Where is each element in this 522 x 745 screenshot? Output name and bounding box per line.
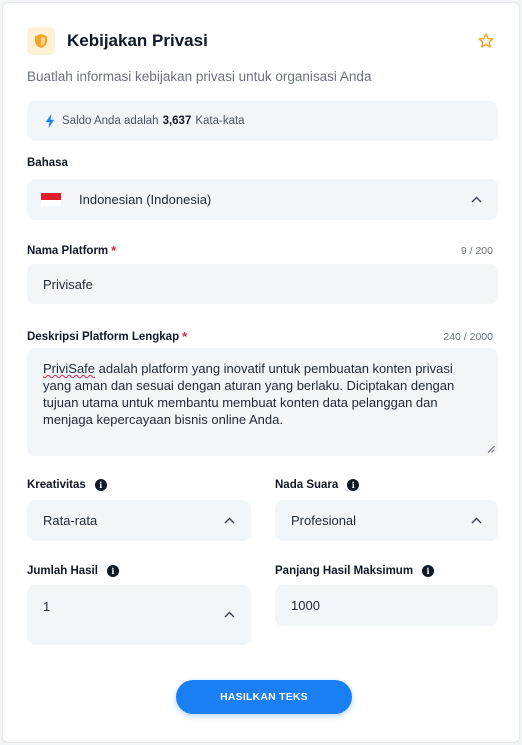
- result-count-select[interactable]: 1: [27, 585, 251, 645]
- tone-label-text: Nada Suara: [275, 479, 339, 491]
- generate-text-button[interactable]: HASILKAN TEKS: [176, 680, 352, 714]
- platform-name-counter: 9 / 200: [460, 245, 493, 257]
- platform-description-counter: 240 / 2000: [443, 331, 493, 343]
- balance-prefix: Saldo Anda adalah: [62, 115, 159, 127]
- chevron-up-icon: [224, 611, 235, 618]
- required-marker: *: [111, 243, 117, 258]
- form-card: Kebijakan Privasi Buatlah informasi kebi…: [2, 2, 520, 743]
- platform-description-label-text: Deskripsi Platform Lengkap: [27, 330, 180, 343]
- max-length-label: Panjang Hasil Maksimum i: [275, 565, 435, 577]
- shield-icon: [27, 27, 55, 55]
- platform-name-label: Nama Platform *: [27, 243, 116, 258]
- chevron-up-icon: [471, 517, 482, 524]
- language-select[interactable]: Indonesian (Indonesia): [27, 179, 498, 220]
- language-value: Indonesian (Indonesia): [79, 192, 212, 207]
- max-length-label-text: Panjang Hasil Maksimum: [275, 565, 414, 577]
- result-count-label-text: Jumlah Hasil: [27, 565, 98, 577]
- language-label: Bahasa: [27, 157, 68, 169]
- platform-description-label: Deskripsi Platform Lengkap *: [27, 329, 187, 344]
- platform-description-value: adalah platform yang inovatif untuk pemb…: [43, 361, 455, 427]
- balance-amount: 3,637: [162, 115, 192, 127]
- tone-label: Nada Suara i: [275, 479, 360, 491]
- info-icon[interactable]: i: [347, 479, 360, 491]
- tone-value: Profesional: [291, 513, 357, 528]
- spellcheck-word: PriviSafe: [43, 361, 96, 376]
- creativity-value: Rata-rata: [43, 513, 98, 528]
- balance-banner: Saldo Anda adalah 3,637 Kata-kata: [27, 101, 498, 141]
- platform-name-input[interactable]: Privisafe: [27, 264, 498, 304]
- platform-description-textarea[interactable]: PriviSafe adalah platform yang inovatif …: [27, 348, 498, 456]
- star-icon[interactable]: [477, 32, 495, 50]
- platform-name-label-text: Nama Platform: [27, 244, 109, 257]
- info-icon[interactable]: i: [106, 565, 119, 577]
- language-label-text: Bahasa: [27, 157, 68, 169]
- result-count-label: Jumlah Hasil i: [27, 565, 119, 577]
- max-length-input[interactable]: 1000: [275, 585, 498, 626]
- resize-handle-icon[interactable]: [487, 445, 495, 453]
- indonesia-flag-icon: [41, 193, 61, 206]
- creativity-label-text: Kreativitas: [27, 479, 86, 491]
- page-subtitle: Buatlah informasi kebijakan privasi untu…: [27, 69, 372, 84]
- result-count-value: 1: [43, 599, 51, 614]
- max-length-value: 1000: [291, 598, 320, 613]
- required-marker: *: [182, 329, 188, 344]
- info-icon[interactable]: i: [422, 565, 435, 577]
- page-title: Kebijakan Privasi: [67, 31, 208, 50]
- info-icon[interactable]: i: [94, 479, 107, 491]
- header: Kebijakan Privasi: [27, 26, 499, 56]
- chevron-up-icon: [224, 517, 235, 524]
- creativity-select[interactable]: Rata-rata: [27, 500, 251, 541]
- platform-name-value: Privisafe: [43, 276, 93, 292]
- balance-suffix: Kata-kata: [195, 115, 245, 127]
- creativity-label: Kreativitas i: [27, 479, 107, 491]
- bolt-icon: [45, 114, 55, 128]
- tone-select[interactable]: Profesional: [275, 500, 498, 541]
- chevron-up-icon: [471, 196, 482, 203]
